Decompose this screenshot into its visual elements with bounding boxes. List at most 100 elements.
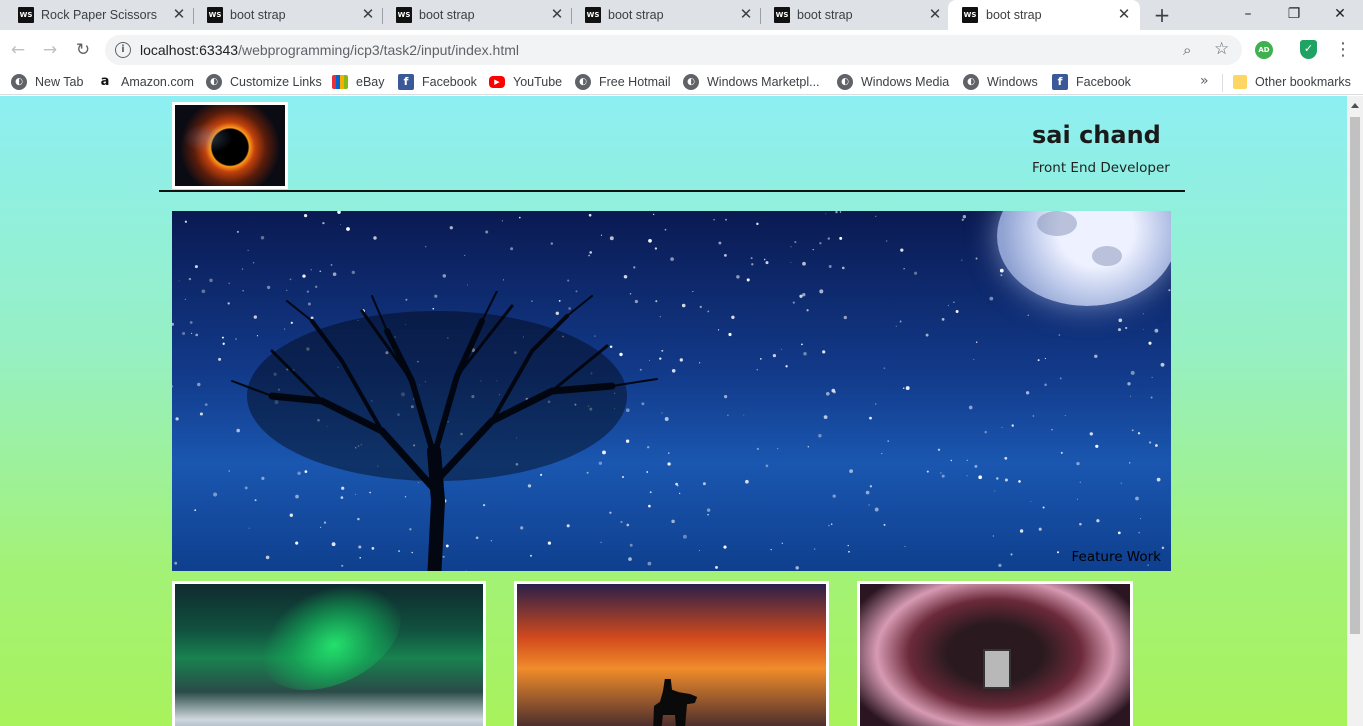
- browser-tab[interactable]: WS boot strap ✕: [567, 0, 761, 30]
- close-tab-icon[interactable]: ✕: [1116, 6, 1132, 22]
- url-text[interactable]: localhost:63343/webprogramming/icp3/task…: [140, 42, 519, 58]
- star-dot: [731, 315, 735, 319]
- adblock-extension-icon[interactable]: AD: [1255, 41, 1273, 59]
- star-dot: [706, 508, 711, 512]
- star-dot: [1059, 377, 1062, 380]
- facebook-icon: f: [1052, 74, 1068, 90]
- star-dot: [1140, 518, 1141, 520]
- browser-tab[interactable]: WS boot strap ✕: [756, 0, 946, 30]
- bookmark-item[interactable]: a Amazon.com: [97, 74, 194, 90]
- star-dot: [961, 259, 963, 261]
- star-dot: [724, 254, 727, 257]
- browser-tab[interactable]: WS boot strap ✕: [189, 0, 383, 30]
- star-dot: [899, 320, 902, 323]
- bookmark-item[interactable]: ◐ Windows: [963, 74, 1038, 90]
- bookmark-item[interactable]: ▶ YouTube: [489, 74, 562, 90]
- facebook-icon: f: [398, 74, 414, 90]
- reload-icon[interactable]: ↻: [73, 40, 93, 60]
- star-dot: [1025, 391, 1030, 395]
- star-dot: [664, 228, 667, 231]
- star-dot: [941, 318, 945, 321]
- star-dot: [236, 230, 239, 233]
- star-dot: [869, 416, 872, 420]
- star-dot: [905, 386, 910, 391]
- star-dot: [466, 284, 468, 286]
- webstorm-favicon-icon: WS: [962, 7, 978, 23]
- star-dot: [847, 544, 849, 547]
- star-dot: [266, 285, 271, 290]
- site-info-icon[interactable]: i: [115, 42, 131, 58]
- scrollbar-thumb[interactable]: [1350, 117, 1360, 634]
- star-dot: [310, 269, 312, 271]
- star-dot: [825, 213, 827, 215]
- star-dot: [1148, 441, 1152, 444]
- star-dot: [806, 309, 809, 312]
- star-dot: [337, 211, 341, 214]
- page-viewport: sai chand Front End Developer Feature Wo…: [0, 96, 1363, 726]
- star-dot: [1027, 314, 1029, 316]
- star-dot: [751, 263, 754, 266]
- star-dot: [702, 482, 706, 486]
- more-bookmarks-chevron-icon[interactable]: »: [1200, 73, 1209, 89]
- browser-menu-icon[interactable]: ⋮: [1334, 39, 1352, 61]
- bookmark-item[interactable]: f Facebook: [398, 74, 477, 90]
- bookmark-item[interactable]: ◐ New Tab: [11, 74, 83, 90]
- star-dot: [955, 310, 959, 313]
- restore-icon[interactable]: ❐: [1284, 4, 1304, 24]
- star-dot: [777, 448, 779, 450]
- bookmark-item[interactable]: ◐ Customize Links: [206, 74, 322, 90]
- star-dot: [883, 523, 886, 526]
- star-dot: [449, 226, 453, 230]
- star-dot: [865, 490, 870, 495]
- bookmark-item[interactable]: ◐ Free Hotmail: [575, 74, 671, 90]
- other-bookmarks-folder[interactable]: Other bookmarks: [1233, 74, 1351, 90]
- star-dot: [588, 254, 590, 257]
- star-dot: [941, 474, 945, 478]
- bookmark-star-icon[interactable]: ☆: [1214, 39, 1229, 59]
- star-dot: [648, 238, 652, 243]
- star-dot: [940, 472, 942, 474]
- browser-tab[interactable]: WS Rock Paper Scissors ✕: [0, 0, 194, 30]
- star-dot: [676, 484, 679, 487]
- star-dot: [1142, 328, 1144, 330]
- star-dot: [1064, 415, 1066, 417]
- star-dot: [1095, 444, 1099, 448]
- bookmark-item[interactable]: eBay: [332, 74, 385, 90]
- star-dot: [707, 310, 710, 313]
- star-dot: [895, 325, 897, 327]
- tab-strip: WS Rock Paper Scissors ✕ WS boot strap ✕…: [0, 0, 1363, 30]
- star-dot: [962, 215, 967, 219]
- back-arrow-icon[interactable]: ←: [8, 40, 28, 60]
- close-tab-icon[interactable]: ✕: [171, 6, 187, 22]
- webstorm-favicon-icon: WS: [396, 7, 412, 23]
- star-dot: [998, 563, 1002, 568]
- url-host: localhost:63343: [140, 42, 239, 58]
- new-tab-icon[interactable]: +: [1153, 5, 1171, 25]
- star-dot: [247, 249, 249, 252]
- bookmark-item[interactable]: ◐ Windows Media: [837, 74, 949, 90]
- forward-arrow-icon[interactable]: →: [40, 40, 60, 60]
- sunset-rider-thumbnail-image: [514, 581, 829, 726]
- close-tab-icon[interactable]: ✕: [549, 6, 565, 22]
- bookmark-label: Windows: [987, 75, 1038, 89]
- browser-tab-active[interactable]: WS boot strap ✕: [948, 0, 1140, 30]
- close-tab-icon[interactable]: ✕: [360, 6, 376, 22]
- star-dot: [442, 274, 447, 278]
- minimize-icon[interactable]: –: [1238, 4, 1258, 24]
- close-window-icon[interactable]: ✕: [1330, 4, 1350, 24]
- address-bar[interactable]: i localhost:63343/webprogramming/icp3/ta…: [105, 35, 1242, 65]
- star-dot: [828, 265, 832, 268]
- shield-extension-icon[interactable]: ✓: [1300, 40, 1317, 59]
- amazon-icon: a: [100, 74, 110, 89]
- close-tab-icon[interactable]: ✕: [927, 6, 943, 22]
- star-dot: [984, 430, 987, 434]
- star-dot: [718, 241, 722, 245]
- star-dot: [736, 275, 740, 279]
- browser-tab[interactable]: WS boot strap ✕: [378, 0, 572, 30]
- bookmark-item[interactable]: f Facebook: [1052, 74, 1131, 90]
- page-scrollbar[interactable]: [1347, 96, 1363, 726]
- bookmark-item[interactable]: ◐ Windows Marketpl...: [683, 74, 820, 90]
- zoom-icon[interactable]: ⌕: [1183, 41, 1191, 59]
- close-tab-icon[interactable]: ✕: [738, 6, 754, 22]
- scroll-up-arrow-icon[interactable]: [1351, 103, 1359, 108]
